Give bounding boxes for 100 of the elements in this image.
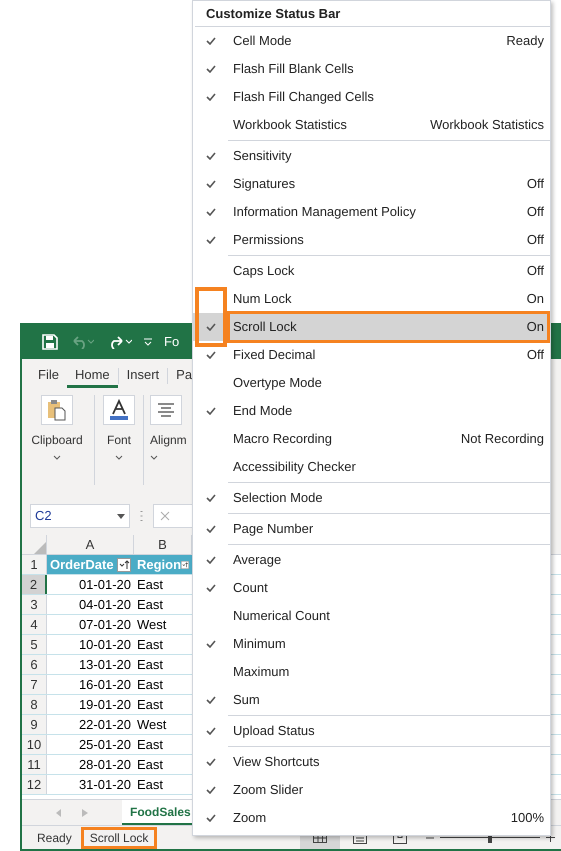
- table-cell-text: 22-01-20: [78, 716, 132, 734]
- menu-item-label: Flash Fill Changed Cells: [232, 88, 374, 106]
- table-cell-text: East: [136, 736, 164, 754]
- menu-item[interactable]: Page Number: [193, 515, 550, 543]
- menu-item-value: Off: [526, 203, 545, 222]
- menu-item-value: Off: [526, 175, 545, 194]
- menu-item[interactable]: Information Management Policy Off: [193, 198, 550, 226]
- row-header[interactable]: 2: [22, 575, 47, 594]
- menu-item[interactable]: Macro Recording Not Recording: [193, 425, 550, 453]
- customize-toolbar-icon[interactable]: [144, 338, 152, 346]
- menu-item[interactable]: Flash Fill Blank Cells: [193, 55, 550, 83]
- menu-item[interactable]: Zoom Slider: [193, 776, 550, 804]
- menu-item[interactable]: Cell Mode Ready: [193, 27, 550, 55]
- table-cell-text: 13-01-20: [78, 656, 132, 674]
- menu-item[interactable]: Sum: [193, 686, 550, 714]
- ribbon-button[interactable]: [150, 395, 182, 425]
- menu-item-label: Count: [232, 579, 268, 598]
- menu-item-value: On: [526, 290, 545, 308]
- menu-item[interactable]: Flash Fill Changed Cells: [193, 83, 550, 111]
- menu-item-label: Numerical Count: [232, 607, 330, 626]
- name-box[interactable]: C2: [30, 504, 130, 528]
- menu-item-value: Workbook Statistics: [430, 116, 545, 134]
- menu-item-label: Zoom Slider: [232, 781, 304, 800]
- chevron-down-icon[interactable]: [115, 455, 123, 460]
- row-header[interactable]: 12: [22, 775, 47, 794]
- row-header[interactable]: 10: [22, 735, 47, 754]
- menu-item-value: Off: [526, 346, 545, 364]
- menu-item-label: Signatures: [232, 175, 296, 194]
- row-header[interactable]: 5: [22, 635, 47, 654]
- row-header[interactable]: 8: [22, 695, 47, 714]
- menu-item[interactable]: Accessibility Checker: [193, 453, 550, 481]
- ribbon-button[interactable]: [103, 395, 135, 425]
- menu-item[interactable]: View Shortcuts: [193, 748, 550, 776]
- row-header[interactable]: 7: [22, 675, 47, 694]
- menu-item[interactable]: Zoom 100%: [193, 804, 550, 832]
- menu-item-label: Upload Status: [232, 722, 315, 740]
- menu-item-label: Average: [232, 551, 282, 570]
- table-cell-text: 31-01-20: [78, 776, 132, 794]
- column-header[interactable]: A: [47, 535, 134, 554]
- menu-item-label: Scroll Lock: [232, 318, 297, 336]
- filter-sort-icon[interactable]: [117, 558, 131, 572]
- ribbon-tab[interactable]: File: [30, 364, 67, 388]
- table-cell-text: East: [136, 696, 164, 714]
- table-cell-text: 28-01-20: [78, 756, 132, 774]
- ribbon-button[interactable]: [41, 395, 73, 425]
- table-cell-text: West: [136, 716, 168, 734]
- menu-item-label: Macro Recording: [232, 430, 332, 448]
- menu-item[interactable]: Minimum: [193, 630, 550, 658]
- font-color-icon: [108, 399, 130, 421]
- formula-bar-field[interactable]: [153, 504, 193, 528]
- row-header[interactable]: 9: [22, 715, 47, 734]
- menu-item-label: Sensitivity: [232, 147, 292, 166]
- menu-item-label: Sum: [232, 691, 260, 710]
- menu-item[interactable]: Sensitivity: [193, 142, 550, 170]
- table-cell-text: East: [136, 576, 164, 594]
- menu-item-label: Permissions: [232, 231, 304, 250]
- row-header[interactable]: 6: [22, 655, 47, 674]
- sheet-tab[interactable]: FoodSales: [122, 800, 195, 825]
- menu-item-value: On: [526, 318, 545, 336]
- menu-item[interactable]: Num Lock On: [193, 285, 550, 313]
- menu-item[interactable]: Scroll Lock On: [193, 313, 550, 341]
- menu-item[interactable]: Count: [193, 574, 550, 602]
- table-header-cell: Region: [134, 555, 192, 574]
- group-label: Font: [106, 432, 131, 449]
- menu-item[interactable]: Workbook Statistics Workbook Statistics: [193, 111, 550, 139]
- table-cell-text: 10-01-20: [78, 636, 132, 654]
- menu-item[interactable]: Average: [193, 546, 550, 574]
- chevron-down-icon[interactable]: [53, 455, 61, 460]
- menu-item-label: Flash Fill Blank Cells: [232, 60, 354, 78]
- save-icon[interactable]: [42, 334, 58, 350]
- menu-item-label: Workbook Statistics: [232, 116, 347, 134]
- menu-item[interactable]: Selection Mode: [193, 484, 550, 512]
- ribbon-tab[interactable]: Insert: [118, 364, 168, 388]
- menu-item[interactable]: End Mode: [193, 397, 550, 425]
- menu-item[interactable]: Caps Lock Off: [193, 257, 550, 285]
- dropdown-icon[interactable]: [117, 514, 125, 518]
- zoom-in-icon[interactable]: [546, 833, 555, 842]
- menu-item[interactable]: Permissions Off: [193, 226, 550, 254]
- clipboard-icon: [47, 399, 67, 421]
- table-header-cell: OrderDate: [47, 555, 134, 574]
- menu-item-value: Ready: [506, 32, 545, 50]
- table-cell-text: East: [136, 636, 164, 654]
- table-cell-text: 16-01-20: [78, 676, 132, 694]
- row-header[interactable]: 11: [22, 755, 47, 774]
- menu-item-label: Num Lock: [232, 290, 292, 308]
- menu-item-value: Off: [526, 231, 545, 250]
- group-label: Clipboard: [31, 432, 83, 449]
- menu-item-label: Caps Lock: [232, 262, 294, 280]
- menu-item-label: View Shortcuts: [232, 753, 320, 772]
- table-cell-text: East: [136, 776, 164, 794]
- row-header[interactable]: 1: [22, 555, 47, 574]
- table-cell-text: East: [136, 596, 164, 614]
- chevron-down-icon[interactable]: [150, 455, 158, 460]
- ribbon-tab[interactable]: Home: [66, 364, 118, 388]
- row-header[interactable]: 3: [22, 595, 47, 614]
- row-header[interactable]: 4: [22, 615, 47, 634]
- menu-item[interactable]: Numerical Count: [193, 602, 550, 630]
- menu-item[interactable]: Upload Status: [193, 717, 550, 745]
- menu-item[interactable]: Signatures Off: [193, 170, 550, 198]
- menu-item[interactable]: Maximum: [193, 658, 550, 686]
